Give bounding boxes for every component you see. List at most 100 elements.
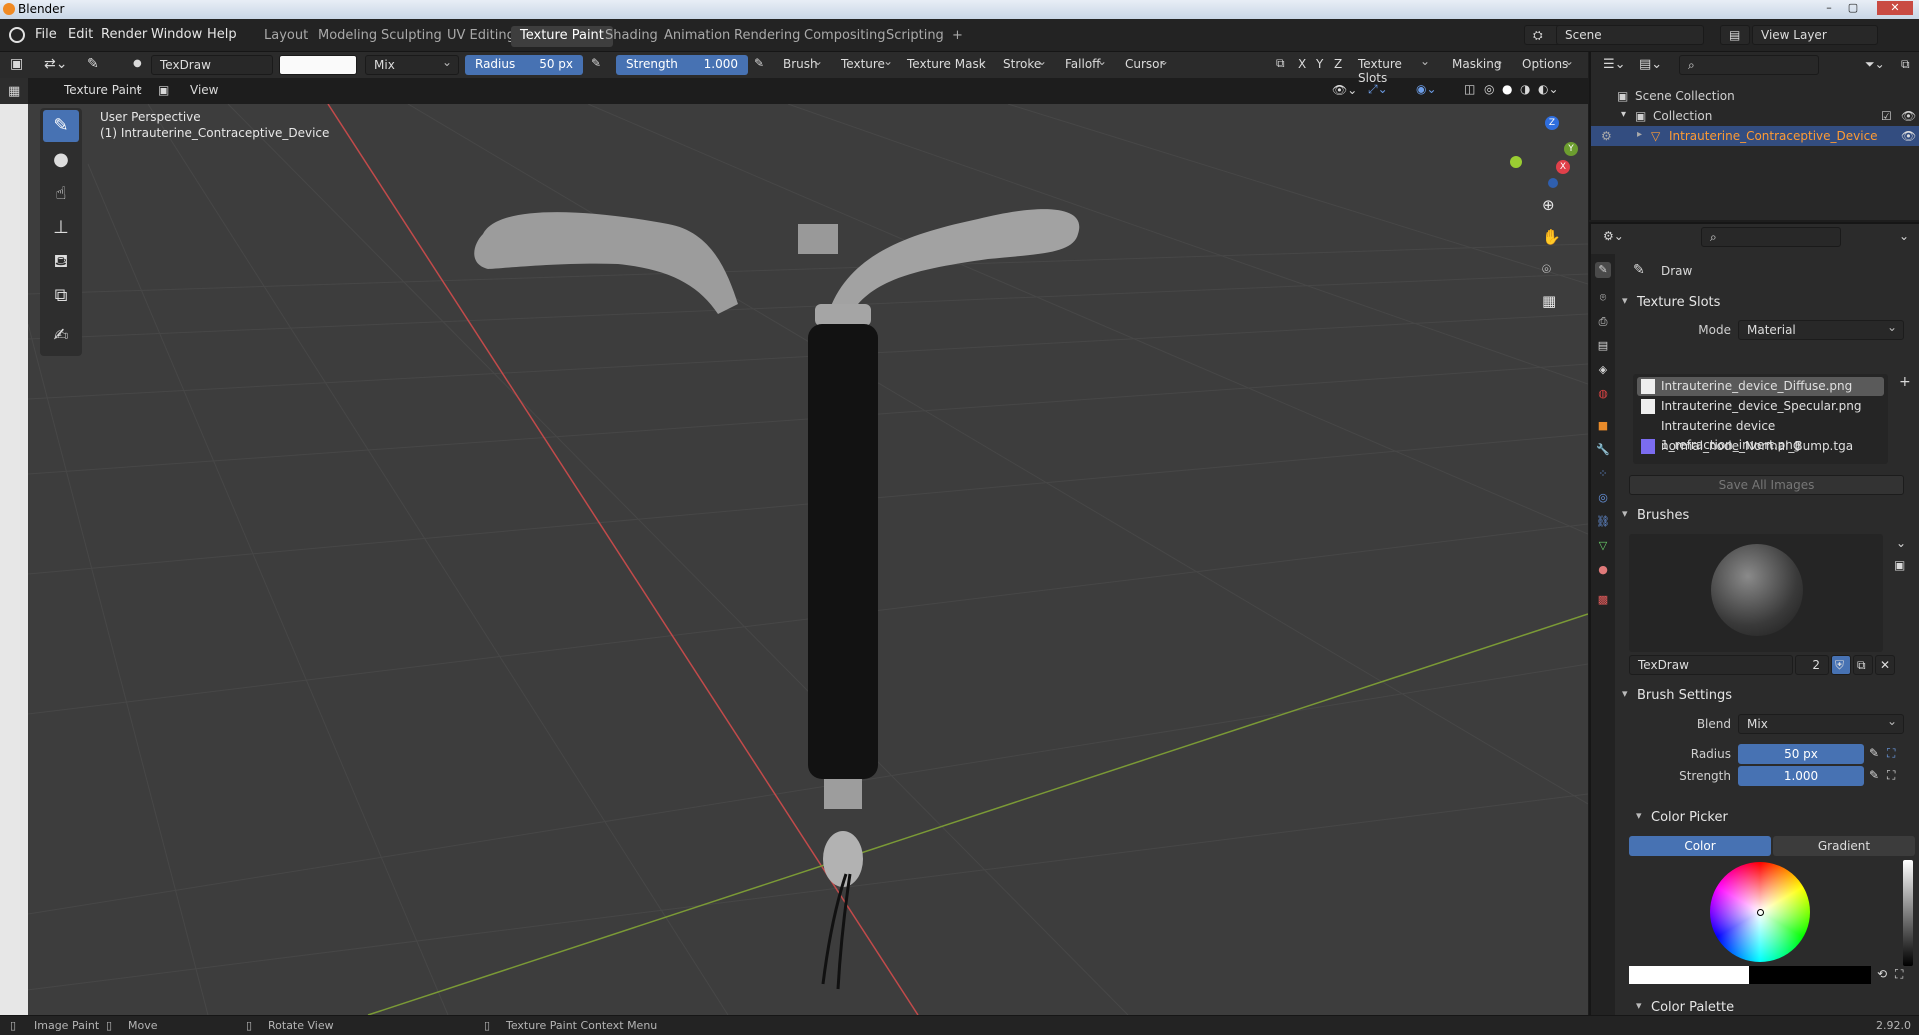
color-tab[interactable]: Color: [1629, 836, 1771, 856]
solid-shading-icon[interactable]: ●: [1502, 82, 1512, 96]
camera-icon[interactable]: ⌾: [1542, 260, 1551, 278]
object-visibility-icon[interactable]: 👁: [1901, 129, 1916, 143]
gizmo-neg-y[interactable]: [1510, 156, 1522, 168]
gizmo-x-axis[interactable]: X: [1556, 160, 1570, 174]
scene-selector[interactable]: Scene: [1556, 25, 1704, 45]
view-layer-tab-icon[interactable]: ▤: [1595, 338, 1611, 354]
texture-slots-panel-header[interactable]: Texture Slots: [1622, 292, 1919, 316]
unlink-brush-icon[interactable]: ✕: [1875, 655, 1895, 675]
outliner-collection[interactable]: ▾ ▣ Collection ☑ 👁: [1591, 106, 1919, 126]
draw-tool-icon[interactable]: ✎: [43, 110, 79, 142]
menu-help[interactable]: Help: [207, 27, 237, 42]
mask-tool-icon[interactable]: ⧉: [43, 280, 79, 312]
add-texture-slot-button[interactable]: +: [1899, 374, 1911, 390]
strength-slider[interactable]: 1.000: [1738, 766, 1864, 786]
brush-image-icon[interactable]: ▣: [1894, 558, 1905, 572]
texture-slot-item[interactable]: Intrauterine_device_Specular.png: [1637, 397, 1884, 416]
mode-dropdown[interactable]: Texture Paint: [40, 80, 150, 101]
add-workspace-button[interactable]: +: [943, 26, 972, 47]
image-editor-icon[interactable]: ▦: [8, 84, 20, 99]
navigation-gizmo[interactable]: Z Y X: [1500, 110, 1580, 190]
texture-slot-item[interactable]: normal_node_Normal_Bump.tga: [1637, 437, 1884, 456]
stroke-menu[interactable]: Stroke: [999, 54, 1053, 75]
overlays-toggle-icon[interactable]: ◉⌄: [1416, 82, 1437, 96]
strength-unit-icon[interactable]: ⛶: [1887, 768, 1895, 783]
mask-toggle-icon[interactable]: ▣: [158, 83, 169, 97]
strength-pressure-icon[interactable]: ✎: [1869, 768, 1879, 782]
masking-menu[interactable]: Masking: [1448, 54, 1510, 75]
cursor-menu[interactable]: Cursor: [1121, 54, 1175, 75]
wireframe-shading-icon[interactable]: ◎: [1484, 82, 1494, 96]
brush-name-field[interactable]: TexDraw: [151, 55, 273, 75]
color-picker-subpanel-header[interactable]: Color Picker: [1636, 807, 1919, 831]
pan-hand-icon[interactable]: ✋: [1542, 228, 1561, 246]
material-tab-icon[interactable]: ●: [1595, 562, 1611, 578]
secondary-color-swatch[interactable]: [1749, 966, 1871, 984]
texture-mode-dropdown[interactable]: Material: [1738, 320, 1904, 340]
brushes-panel-header[interactable]: Brushes: [1622, 505, 1919, 529]
duplicate-brush-icon[interactable]: ⧉: [1853, 655, 1873, 675]
collection-visibility-icon[interactable]: 👁: [1901, 109, 1916, 123]
zoom-icon[interactable]: ⊕: [1542, 196, 1555, 214]
maximize-button[interactable]: ▢: [1842, 1, 1864, 15]
blender-menu-icon[interactable]: [9, 27, 25, 43]
gizmo-z-axis[interactable]: Z: [1545, 116, 1559, 130]
properties-editor-icon[interactable]: ⚙⌄: [1603, 229, 1624, 243]
color-wheel-cursor[interactable]: [1757, 909, 1764, 916]
fake-user-icon[interactable]: ●: [133, 58, 142, 69]
texture-mask-menu[interactable]: Texture Mask: [903, 54, 993, 75]
particles-tab-icon[interactable]: ⁘: [1595, 466, 1611, 482]
scene-tab-icon[interactable]: ◈: [1595, 362, 1611, 378]
outliner-object-row[interactable]: ⚙ ▸ ▽ Intrauterine_Contraceptive_Device …: [1591, 126, 1919, 146]
view-menu[interactable]: View: [190, 83, 218, 97]
brush-icon[interactable]: ✎: [87, 56, 99, 72]
render-tab-icon[interactable]: ⌾: [1595, 290, 1611, 306]
fake-user-shield-icon[interactable]: ⛨: [1831, 655, 1851, 675]
strength-pressure-icon[interactable]: ✎: [754, 56, 764, 70]
symmetry-z-toggle[interactable]: Z: [1330, 55, 1346, 75]
texture-slot-item[interactable]: Intrauterine_device_Diffuse.png: [1637, 377, 1884, 396]
texture-tab-icon[interactable]: ▩: [1595, 592, 1611, 608]
value-slider[interactable]: [1903, 860, 1913, 966]
data-tab-icon[interactable]: ▽: [1595, 538, 1611, 554]
output-tab-icon[interactable]: ⎙: [1595, 314, 1611, 330]
radius-unit-icon[interactable]: ⛶: [1887, 746, 1895, 761]
soften-tool-icon[interactable]: ●: [43, 144, 79, 176]
expand-arrow-icon[interactable]: ▸: [1637, 129, 1642, 140]
brush-settings-panel-header[interactable]: Brush Settings: [1622, 685, 1919, 709]
color-wheel[interactable]: [1710, 862, 1810, 962]
world-tab-icon[interactable]: ◍: [1595, 386, 1611, 402]
outliner-scene-collection[interactable]: ▣ Scene Collection: [1591, 86, 1919, 106]
options-menu[interactable]: Options: [1518, 54, 1580, 75]
gizmo-neg-z[interactable]: [1548, 178, 1558, 188]
brush-name-input[interactable]: TexDraw: [1629, 655, 1793, 675]
brush-color-swatch[interactable]: [279, 55, 357, 75]
primary-color-swatch[interactable]: [1629, 966, 1749, 984]
texture-slot-item[interactable]: Intrauterine device 1_refraction_invert.…: [1637, 417, 1884, 452]
brush-list-chevron-icon[interactable]: ⌄: [1896, 536, 1906, 550]
clone-tool-icon[interactable]: ⊥: [43, 212, 79, 244]
display-mode-icon[interactable]: ▤⌄: [1639, 57, 1662, 72]
visibility-icon[interactable]: 👁⌄: [1332, 83, 1357, 97]
annotate-tool-icon[interactable]: ✍: [43, 320, 79, 352]
fill-tool-icon[interactable]: ⛾: [43, 246, 79, 278]
tab-layout[interactable]: Layout: [255, 26, 317, 47]
gradient-tab[interactable]: Gradient: [1773, 836, 1915, 856]
smear-tool-icon[interactable]: ☝: [43, 178, 79, 210]
save-all-images-button[interactable]: Save All Images: [1629, 475, 1904, 495]
physics-tab-icon[interactable]: ◎: [1595, 490, 1611, 506]
menu-window[interactable]: Window: [151, 27, 202, 42]
menu-file[interactable]: File: [35, 27, 57, 42]
gizmo-y-axis[interactable]: Y: [1564, 142, 1578, 156]
falloff-menu[interactable]: Falloff: [1061, 54, 1113, 75]
tool-tab-icon[interactable]: ✎: [1595, 262, 1611, 278]
outliner-editor-icon[interactable]: ☰⌄: [1603, 57, 1626, 72]
view-layer-selector[interactable]: View Layer: [1752, 25, 1878, 45]
texture-menu[interactable]: Texture: [837, 54, 899, 75]
tool-type-icon[interactable]: ⇄⌄: [44, 56, 67, 72]
expand-arrow-icon[interactable]: ▾: [1621, 109, 1626, 120]
radius-pressure-icon[interactable]: ✎: [1869, 746, 1879, 760]
gizmo-toggle-icon[interactable]: ⤢⌄: [1368, 82, 1388, 97]
blend-mode-dropdown[interactable]: Mix: [365, 55, 459, 75]
brush-users-count[interactable]: 2: [1795, 655, 1829, 675]
